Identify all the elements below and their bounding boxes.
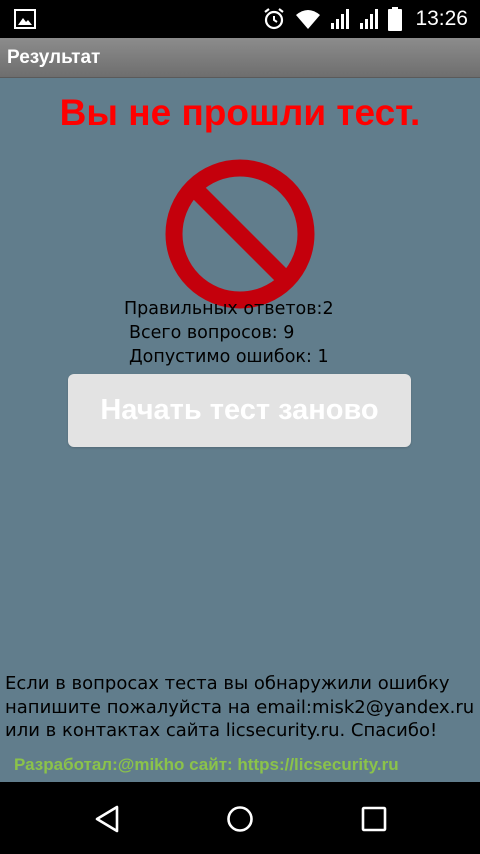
developer-credit: Разработал:@mikho сайт: https://licsecur…: [14, 755, 399, 774]
wifi-icon: [296, 10, 321, 29]
back-icon[interactable]: [93, 804, 123, 834]
feedback-note: Если в вопросах теста вы обнаружили ошиб…: [5, 673, 475, 741]
result-screen: Вы не прошли тест. Правильных ответов:2 …: [0, 78, 480, 782]
signal-icon: [360, 9, 379, 29]
navigation-bar: [0, 782, 480, 854]
restart-test-button[interactable]: Начать тест заново: [68, 374, 411, 447]
battery-icon: [388, 7, 403, 31]
status-bar: 13:26: [0, 0, 480, 38]
total-questions-count: Всего вопросов: 9: [129, 323, 295, 343]
alarm-icon: [264, 8, 285, 30]
correct-answers-count: Правильных ответов:2: [124, 299, 334, 319]
recents-icon[interactable]: [359, 804, 389, 834]
result-headline: Вы не прошли тест.: [59, 92, 421, 133]
app-title-bar: Результат: [0, 38, 480, 78]
gallery-icon: [14, 9, 36, 29]
allowed-errors-count: Допустимо ошибок: 1: [129, 347, 329, 367]
status-icons: 13:26: [262, 0, 468, 38]
no-entry-icon: [165, 159, 315, 309]
status-clock: 13:26: [415, 7, 468, 30]
signal-icon: [331, 9, 350, 29]
screen-title: Результат: [7, 47, 101, 68]
home-icon[interactable]: [225, 804, 255, 834]
